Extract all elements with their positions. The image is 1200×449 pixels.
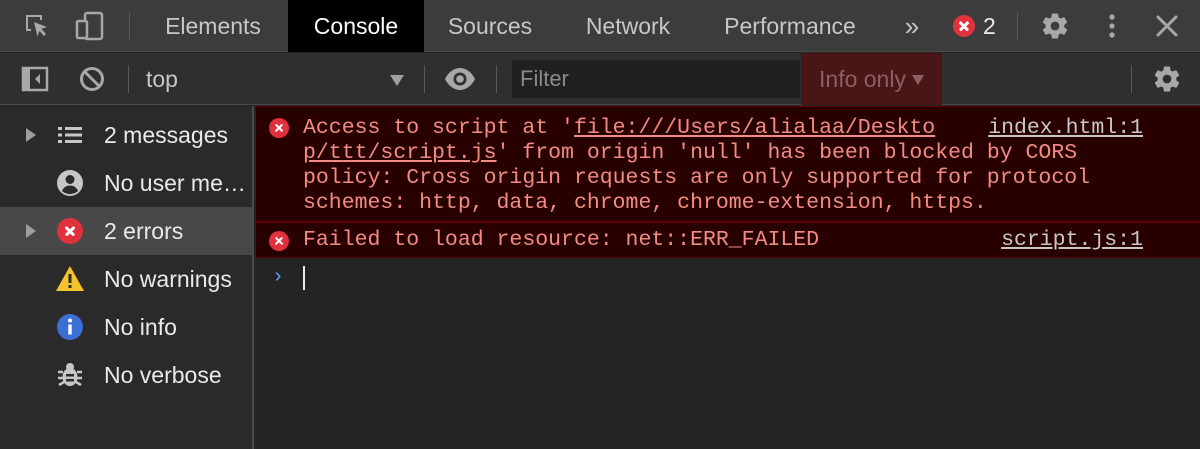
sidebar-item-verbose[interactable]: No verbose [0, 351, 252, 399]
error-icon [269, 231, 289, 251]
info-icon [55, 312, 85, 342]
clear-console-icon[interactable] [75, 62, 109, 96]
chevron-down-icon [390, 75, 404, 86]
more-options-icon[interactable] [1095, 9, 1129, 43]
inspect-element-icon[interactable] [20, 9, 54, 43]
message-text: Access to script at 'file:///Users/alial… [303, 116, 1091, 215]
divider [1017, 12, 1018, 40]
sidebar-item-label: No warnings [104, 265, 232, 292]
sidebar-item-label: No info [104, 313, 177, 340]
expand-arrow-icon[interactable] [26, 128, 36, 142]
warning-icon [55, 264, 85, 294]
bug-icon [55, 360, 85, 390]
sidebar-item-label: No verbose [104, 361, 222, 388]
sidebar-item-label: 2 errors [104, 217, 184, 244]
divider [496, 65, 497, 93]
devtools-tabbar: Elements Console Sources Network Perform… [0, 0, 1200, 52]
source-link[interactable]: script.js:1 [1001, 228, 1143, 253]
console-prompt-icon: › [272, 266, 285, 289]
console-settings-gear-icon[interactable] [1150, 62, 1184, 96]
divider [129, 12, 130, 40]
tab-network[interactable]: Network [560, 0, 696, 52]
context-selector[interactable]: top [146, 63, 410, 95]
console-error-message: Access to script at 'file:///Users/alial… [256, 106, 1200, 222]
divider [1131, 65, 1132, 93]
list-icon [55, 120, 85, 150]
tab-console[interactable]: Console [288, 0, 424, 52]
file-url-link[interactable]: p/ttt/script.js [303, 141, 497, 165]
error-icon [55, 216, 85, 246]
error-icon [269, 118, 289, 138]
tab-sources[interactable]: Sources [426, 0, 554, 52]
file-url-link[interactable]: file:///Users/alialaa/Deskto [574, 116, 935, 140]
sidebar-item-messages[interactable]: 2 messages [0, 111, 252, 159]
settings-gear-icon[interactable] [1038, 9, 1072, 43]
expand-arrow-icon[interactable] [26, 224, 36, 238]
tab-performance[interactable]: Performance [702, 0, 878, 52]
console-error-message: Failed to load resource: net::ERR_FAILED… [256, 222, 1200, 258]
close-icon[interactable] [1150, 9, 1184, 43]
error-count: 2 [983, 12, 996, 39]
more-tabs-button[interactable]: » [890, 0, 934, 52]
log-levels-dropdown[interactable]: Info only [801, 53, 942, 105]
error-icon [953, 15, 975, 37]
live-expression-eye-icon[interactable] [443, 62, 477, 96]
chevron-down-icon [911, 75, 924, 85]
divider [128, 65, 129, 93]
show-sidebar-icon[interactable] [18, 62, 52, 96]
tab-elements[interactable]: Elements [140, 0, 286, 52]
sidebar-item-label: 2 messages [104, 121, 229, 148]
context-value: top [146, 65, 178, 92]
sidebar-item-label: No user me… [104, 169, 246, 196]
user-icon [55, 168, 85, 198]
sidebar-item-errors[interactable]: 2 errors [0, 207, 252, 255]
message-text: Failed to load resource: net::ERR_FAILED [303, 228, 820, 252]
source-link[interactable]: index.html:1 [988, 116, 1143, 141]
sidebar-item-warnings[interactable]: No warnings [0, 255, 252, 303]
console-input-cursor[interactable] [303, 266, 305, 290]
device-toolbar-icon[interactable] [73, 9, 107, 43]
sidebar-item-info[interactable]: No info [0, 303, 252, 351]
sidebar-item-user-messages[interactable]: No user me… [0, 159, 252, 207]
console-sidebar: 2 messages No user me… 2 errors No warni… [0, 106, 254, 449]
log-levels-value: Info only [819, 65, 906, 92]
error-count-badge[interactable]: 2 [953, 11, 996, 41]
divider [424, 65, 425, 93]
filter-input[interactable] [512, 60, 800, 98]
